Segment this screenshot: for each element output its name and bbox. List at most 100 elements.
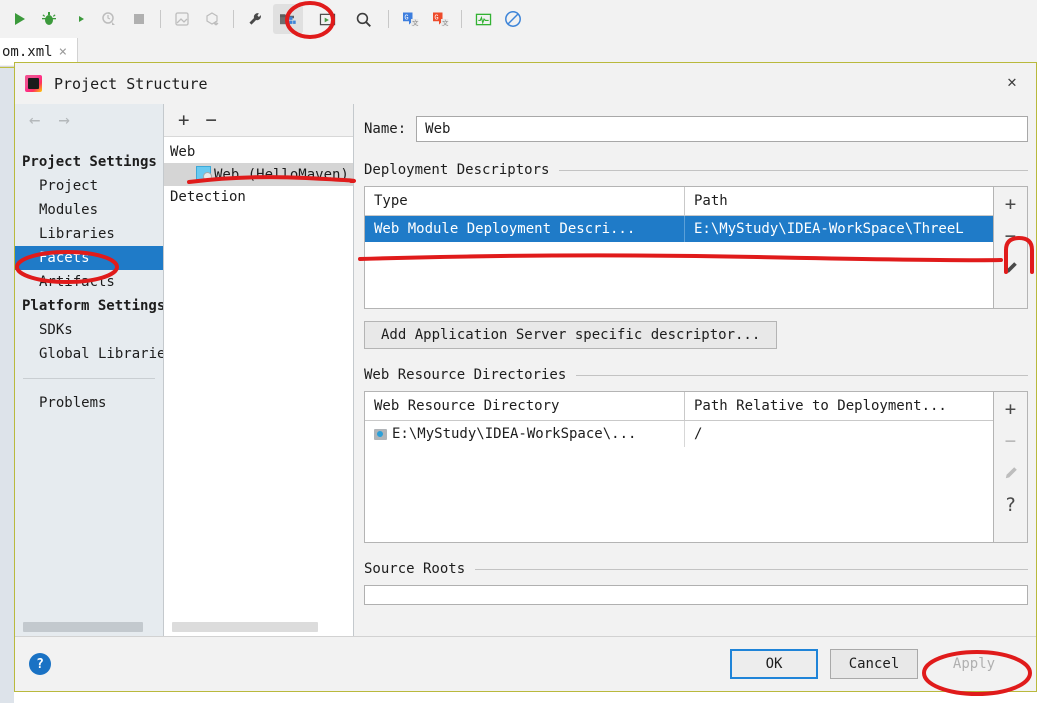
ok-button[interactable]: OK [730, 649, 818, 679]
close-icon[interactable]: × [59, 44, 67, 60]
cancel-button[interactable]: Cancel [830, 649, 918, 679]
sidebar-group-project-settings: Project Settings [22, 154, 157, 170]
close-icon[interactable]: ✕ [1002, 71, 1022, 91]
sidebar-item-sdks[interactable]: SDKs [15, 318, 163, 342]
remove-resource-dir-button: − [1004, 429, 1017, 452]
folder-icon [374, 428, 387, 440]
source-roots-header: Source Roots [364, 561, 1028, 577]
project-structure-dialog: Project Structure ✕ ← → Project Settings… [14, 62, 1037, 692]
remove-descriptor-button[interactable]: − [1000, 225, 1022, 247]
sidebar-item-global-libraries[interactable]: Global Libraries [15, 342, 163, 366]
name-input[interactable]: Web [416, 116, 1028, 142]
deployment-descriptors-side-toolbar: + − [994, 186, 1028, 309]
cell-text: E:\MyStudy\IDEA-WorkSpace\... [392, 426, 637, 442]
svg-text:文: 文 [412, 18, 419, 27]
editor-tab-label: om.xml [2, 43, 53, 60]
web-module-icon [196, 166, 212, 181]
section-rule [576, 374, 1028, 376]
table-row[interactable]: Web Module Deployment Descri... E:\MyStu… [365, 216, 993, 242]
add-descriptor-button[interactable]: + [1000, 193, 1022, 215]
cell-path: E:\MyStudy\IDEA-WorkSpace\ThreeL [694, 221, 964, 237]
svg-text:G: G [404, 14, 408, 22]
disable-icon[interactable] [498, 4, 528, 34]
cell-type: Web Module Deployment Descri... [365, 216, 685, 242]
run-with-coverage-icon[interactable] [64, 4, 94, 34]
apply-button: Apply [930, 649, 1018, 679]
monitor-icon[interactable] [468, 4, 498, 34]
sidebar-item-modules[interactable]: Modules [15, 198, 163, 222]
dialog-title: Project Structure [54, 74, 208, 93]
tree-node-web-category[interactable]: Web [164, 141, 353, 163]
source-roots-input[interactable] [364, 585, 1028, 605]
sidebar-divider [23, 378, 155, 379]
search-everywhere-icon[interactable] [348, 4, 378, 34]
name-label: Name: [364, 121, 407, 137]
add-application-server-descriptor-button[interactable]: Add Application Server specific descript… [364, 321, 778, 349]
debug-icon[interactable] [34, 4, 64, 34]
settings-wrench-icon[interactable] [240, 4, 270, 34]
sidebar-horizontal-scrollbar[interactable] [23, 622, 143, 632]
help-button[interactable]: ? [29, 653, 51, 675]
toolbar-separator-3 [388, 10, 389, 28]
add-facet-button[interactable]: + [178, 110, 189, 130]
facets-horizontal-scrollbar[interactable] [172, 622, 318, 632]
run-configurations-icon[interactable] [312, 4, 342, 34]
sidebar-navigation: ← → [15, 104, 163, 136]
run-icon[interactable] [4, 4, 34, 34]
editor-gutter [0, 68, 14, 703]
sidebar-group-platform-settings: Platform Settings [22, 298, 163, 314]
settings-sidebar: ← → Project Settings Project Modules Lib… [15, 104, 164, 636]
toolbar-separator-1 [160, 10, 161, 28]
sidebar-item-libraries[interactable]: Libraries [15, 222, 163, 246]
tree-node-detection[interactable]: Detection [164, 186, 353, 208]
section-rule [559, 169, 1028, 171]
tree-node-label: Web [170, 144, 196, 160]
resource-dir-help-button[interactable]: ? [1000, 494, 1022, 516]
section-title: Source Roots [364, 561, 466, 577]
column-header-type[interactable]: Type [365, 187, 685, 215]
web-resource-directories-header: Web Resource Directories [364, 367, 1028, 383]
footer-button-group: OK Cancel Apply [730, 649, 1018, 679]
column-header-path[interactable]: Path [685, 187, 993, 215]
profile-icon [94, 4, 124, 34]
section-rule [475, 568, 1028, 570]
sidebar-item-project[interactable]: Project [15, 174, 163, 198]
editor-tab-pom-xml[interactable]: om.xml × [0, 38, 79, 65]
name-row: Name: Web [364, 116, 1028, 142]
edit-descriptor-button[interactable] [1000, 257, 1022, 279]
section-title: Web Resource Directories [364, 367, 567, 383]
cell-web-resource-directory: E:\MyStudy\IDEA-WorkSpace\... [365, 421, 685, 447]
forward-arrow-icon[interactable]: → [58, 110, 69, 130]
sidebar-item-artifacts[interactable]: Artifacts [15, 270, 163, 294]
translate-blue-icon[interactable]: G 文 [395, 4, 425, 34]
web-resource-directories-table-block: Web Resource Directory Path Relative to … [364, 391, 1028, 543]
section-title: Deployment Descriptors [364, 162, 550, 178]
stop-icon [124, 4, 154, 34]
add-resource-dir-button[interactable]: + [1000, 398, 1022, 420]
table-row[interactable]: E:\MyStudy\IDEA-WorkSpace\... / [365, 421, 993, 447]
web-resource-directories-side-toolbar: + − ? [994, 391, 1028, 543]
facets-toolbar: + − [164, 104, 353, 137]
sidebar-item-facets[interactable]: Facets [15, 246, 163, 270]
toolbar-separator-4 [461, 10, 462, 28]
back-arrow-icon[interactable]: ← [29, 110, 40, 130]
sidebar-item-problems[interactable]: Problems [15, 391, 163, 415]
tree-node-web-hellomaven[interactable]: Web (HelloMaven) [164, 163, 353, 186]
commit-icon [197, 4, 227, 34]
table-header-row: Type Path [365, 187, 993, 216]
dialog-footer: ? OK Cancel Apply [15, 636, 1036, 691]
translate-orange-icon[interactable]: G 文 [425, 4, 455, 34]
remove-facet-button[interactable]: − [205, 110, 216, 130]
intellij-idea-icon [25, 75, 42, 92]
tree-node-label: Detection [170, 189, 246, 205]
dialog-body: ← → Project Settings Project Modules Lib… [15, 104, 1036, 636]
edit-resource-dir-button [1000, 462, 1022, 484]
dialog-titlebar: Project Structure ✕ [15, 63, 1036, 104]
column-header-path-relative[interactable]: Path Relative to Deployment... [685, 392, 993, 420]
deployment-descriptors-header: Deployment Descriptors [364, 162, 1028, 178]
tree-node-label: Web (HelloMaven) [214, 167, 349, 183]
column-header-web-resource-directory[interactable]: Web Resource Directory [365, 392, 685, 420]
project-structure-icon[interactable] [273, 4, 303, 34]
facets-tree-panel: + − Web Web (HelloMaven) Detection [164, 104, 354, 636]
cell-path-relative: / [694, 426, 703, 442]
